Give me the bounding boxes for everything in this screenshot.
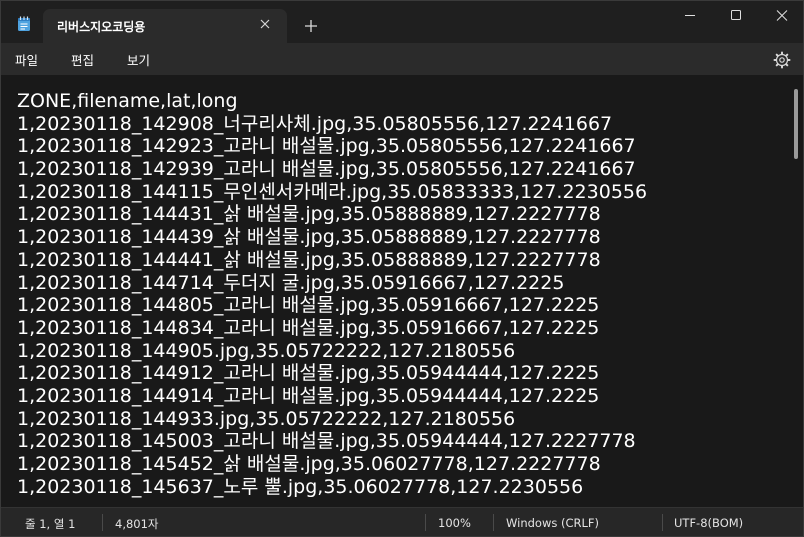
text-line: 1,20230118_145003_고라니 배설물.jpg,35.0594444… <box>17 430 636 453</box>
text-line: 1,20230118_145452_삵 배설물.jpg,35.06027778,… <box>17 453 601 475</box>
status-divider <box>102 514 103 531</box>
maximize-button[interactable] <box>713 1 759 31</box>
text-line: 1,20230118_142923_고라니 배설물.jpg,35.0580555… <box>17 135 636 158</box>
text-line: 1,20230118_142939_고라니 배설물.jpg,35.0580555… <box>17 158 636 181</box>
zoom-level[interactable]: 100% <box>438 516 471 530</box>
cursor-position[interactable]: 줄 1, 열 1 <box>25 516 75 532</box>
title-bar: 리버스지오코딩용 <box>1 1 803 43</box>
menu-file[interactable]: 파일 <box>15 50 38 69</box>
encoding[interactable]: UTF-8(BOM) <box>674 516 743 530</box>
minimize-icon <box>685 15 695 16</box>
close-icon <box>260 19 270 29</box>
plus-icon <box>305 20 317 32</box>
status-divider <box>425 514 426 531</box>
minimize-button[interactable] <box>667 1 713 31</box>
character-count: 4,801자 <box>115 517 159 531</box>
text-line: 1,20230118_144834_고라니 배설물.jpg,35.0591666… <box>17 316 600 339</box>
menu-edit[interactable]: 편집 <box>71 50 94 69</box>
text-line: 1,20230118_144805_고라니 배설물.jpg,35.0591666… <box>17 294 600 317</box>
window-close-button[interactable] <box>759 1 803 31</box>
text-line: 1,20230118_145637_노루 뿔.jpg,35.06027778,1… <box>17 475 584 498</box>
new-tab-button[interactable] <box>299 13 323 37</box>
line-ending[interactable]: Windows (CRLF) <box>506 516 599 530</box>
text-content[interactable]: ZONE,filename,lat,long 1,20230118_142908… <box>17 90 787 498</box>
text-line: ZONE,filename,lat,long <box>17 90 238 112</box>
text-line: 1,20230118_144933.jpg,35.05722222,127.21… <box>17 407 516 430</box>
vertical-scrollbar-thumb[interactable] <box>794 89 798 159</box>
status-divider <box>662 514 663 531</box>
text-line: 1,20230118_144431_삵 배설물.jpg,35.05888889,… <box>17 203 601 226</box>
status-bar: 줄 1, 열 1 4,801자 100% Windows (CRLF) UTF-… <box>1 507 803 536</box>
tab-title: 리버스지오코딩용 <box>57 20 146 34</box>
text-line: 1,20230118_144912_고라니 배설물.jpg,35.0594444… <box>17 362 600 385</box>
text-line: 1,20230118_144914_고라니 배설물.jpg,35.0594444… <box>17 384 600 407</box>
text-editor[interactable]: ZONE,filename,lat,long 1,20230118_142908… <box>1 75 803 507</box>
notepad-icon <box>18 16 30 31</box>
text-line: 1,20230118_144441_삵 배설물.jpg,35.05888889,… <box>17 248 601 271</box>
text-line: 1,20230118_144714_두더지 굴.jpg,35.05916667,… <box>17 271 565 294</box>
text-line: 1,20230118_142908_너구리사체.jpg,35.05805556,… <box>17 112 613 135</box>
menu-bar: 파일 편집 보기 <box>1 43 803 75</box>
close-icon <box>776 10 788 21</box>
gear-icon[interactable] <box>773 51 791 69</box>
maximize-icon <box>731 10 741 20</box>
text-line: 1,20230118_144115_무인센서카메라.jpg,35.0583333… <box>17 180 648 203</box>
status-divider <box>493 514 494 531</box>
tab-close-button[interactable] <box>255 15 275 35</box>
text-line: 1,20230118_144905.jpg,35.05722222,127.21… <box>17 339 516 362</box>
text-line: 1,20230118_144439_삵 배설물.jpg,35.05888889,… <box>17 226 601 249</box>
menu-view[interactable]: 보기 <box>127 50 150 69</box>
notepad-window: 리버스지오코딩용 파일 편집 보기 ZONE,filename,lat,long… <box>0 0 804 537</box>
document-tab[interactable]: 리버스지오코딩용 <box>43 9 287 43</box>
